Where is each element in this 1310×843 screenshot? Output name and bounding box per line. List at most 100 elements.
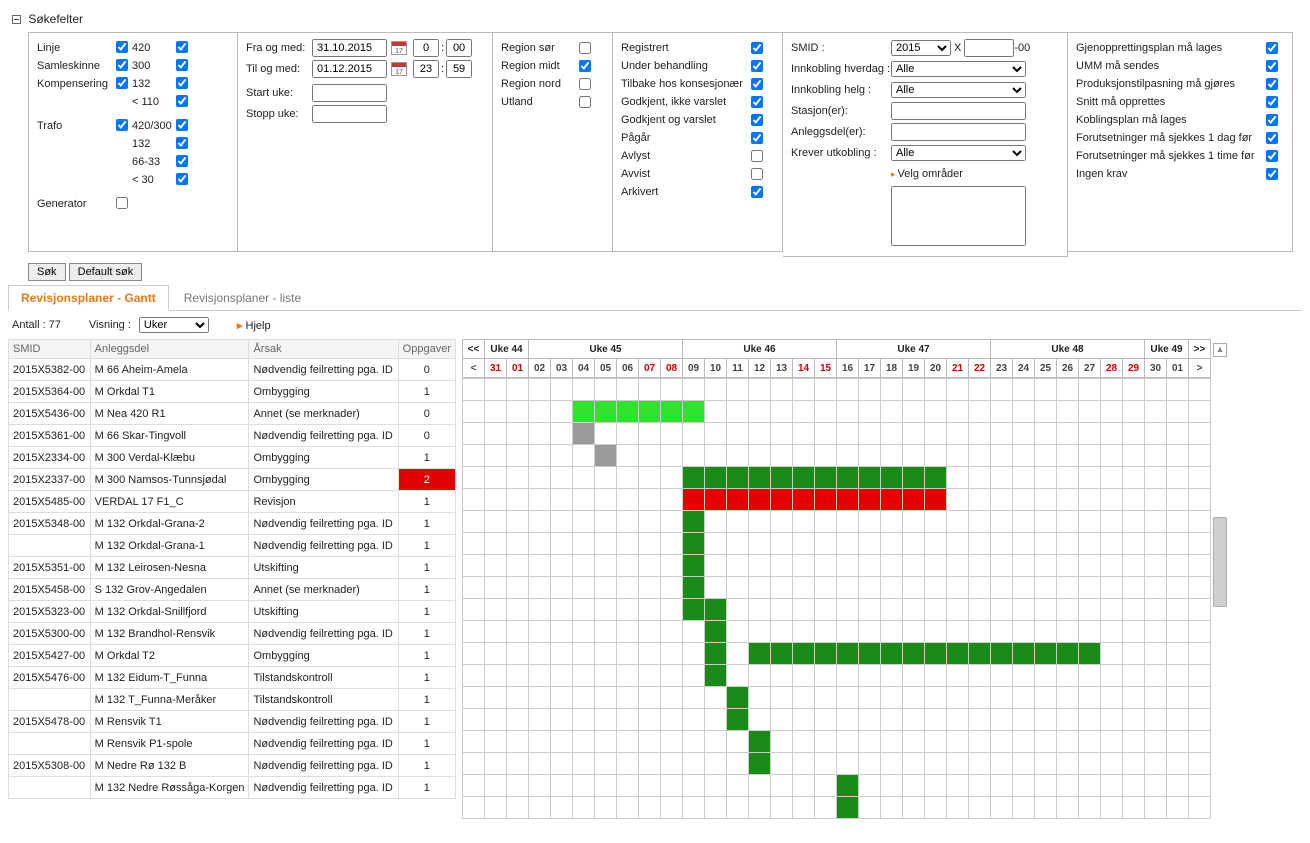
- table-row[interactable]: 2015X2337-00M 300 Namsos-TunnsjødalOmbyg…: [9, 469, 456, 491]
- gantt-cell: [1013, 665, 1035, 687]
- gantt-cell: [837, 643, 859, 665]
- calendar-icon[interactable]: [391, 62, 407, 76]
- smid-num-input[interactable]: [964, 39, 1014, 57]
- table-row[interactable]: 2015X5478-00M Rensvik T1Nødvendig feilre…: [9, 711, 456, 733]
- kompensering-checkbox[interactable]: [116, 77, 128, 89]
- region-utland-checkbox[interactable]: [579, 96, 591, 108]
- sok-button[interactable]: Søk: [28, 263, 66, 281]
- anleggsdeler-input[interactable]: [891, 123, 1026, 141]
- gantt-cell: [749, 577, 771, 599]
- table-row[interactable]: 2015X5458-00S 132 Grov-AngedalenAnnet (s…: [9, 579, 456, 601]
- stoppuke-input[interactable]: [312, 105, 387, 123]
- gantt-nav-prev[interactable]: <: [463, 359, 485, 378]
- status-godkjent-varslet-checkbox[interactable]: [751, 114, 763, 126]
- default-sok-button[interactable]: Default søk: [69, 263, 143, 281]
- krav-kobl-checkbox[interactable]: [1266, 114, 1278, 126]
- til-hour-input[interactable]: [413, 60, 439, 78]
- vertical-scrollbar[interactable]: ▲: [1213, 339, 1229, 607]
- trafo-checkbox[interactable]: [116, 119, 128, 131]
- region-nord-checkbox[interactable]: [579, 78, 591, 90]
- omrader-textarea[interactable]: [891, 186, 1026, 246]
- gantt-nav-next[interactable]: >: [1189, 359, 1211, 378]
- table-row[interactable]: 2015X5323-00M 132 Orkdal-SnillfjordUtski…: [9, 601, 456, 623]
- innk-helg-select[interactable]: Alle: [891, 82, 1026, 98]
- grid-header-oppgaver[interactable]: Oppgaver: [398, 340, 455, 359]
- t420-300-checkbox[interactable]: [176, 119, 188, 131]
- gantt-nav-last[interactable]: >>: [1189, 340, 1211, 359]
- tab-gantt[interactable]: Revisjonsplaner - Gantt: [8, 285, 169, 311]
- krever-select[interactable]: Alle: [891, 145, 1026, 161]
- scroll-up-icon[interactable]: ▲: [1213, 343, 1227, 357]
- gantt-cell: [551, 445, 573, 467]
- krav-for1t-checkbox[interactable]: [1266, 150, 1278, 162]
- til-min-input[interactable]: [446, 60, 472, 78]
- fra-min-input[interactable]: [446, 39, 472, 57]
- status-registrert-checkbox[interactable]: [751, 42, 763, 54]
- table-row[interactable]: 2015X2334-00M 300 Verdal-KlæbuOmbygging1: [9, 447, 456, 469]
- linje-checkbox[interactable]: [116, 41, 128, 53]
- til-date-input[interactable]: [312, 60, 387, 78]
- status-pagar-checkbox[interactable]: [751, 132, 763, 144]
- grid-header-anleggsdel[interactable]: Anleggsdel: [90, 340, 249, 359]
- table-row[interactable]: M Rensvik P1-spoleNødvendig feilretting …: [9, 733, 456, 755]
- grid-header-arsak[interactable]: Årsak: [249, 340, 398, 359]
- table-row[interactable]: 2015X5300-00M 132 Brandhol-RensvikNødven…: [9, 623, 456, 645]
- table-row[interactable]: 2015X5361-00M 66 Skar-TingvollNødvendig …: [9, 425, 456, 447]
- v132-checkbox[interactable]: [176, 77, 188, 89]
- table-row[interactable]: 2015X5485-00VERDAL 17 F1_CRevisjon1: [9, 491, 456, 513]
- t132-checkbox[interactable]: [176, 137, 188, 149]
- region-midt-checkbox[interactable]: [579, 60, 591, 72]
- table-row[interactable]: 2015X5364-00M Orkdal T1Ombygging1: [9, 381, 456, 403]
- startuke-input[interactable]: [312, 84, 387, 102]
- region-sor-checkbox[interactable]: [579, 42, 591, 54]
- smid-year-select[interactable]: 2015: [891, 40, 951, 56]
- visning-select[interactable]: Uker: [139, 317, 209, 333]
- table-row[interactable]: 2015X5308-00M Nedre Rø 132 BNødvendig fe…: [9, 755, 456, 777]
- samleskinne-checkbox[interactable]: [116, 59, 128, 71]
- fra-date-input[interactable]: [312, 39, 387, 57]
- generator-checkbox[interactable]: [116, 197, 128, 209]
- table-row[interactable]: M 132 T_Funna-MeråkerTilstandskontroll1: [9, 689, 456, 711]
- krav-umm-checkbox[interactable]: [1266, 60, 1278, 72]
- v420-checkbox[interactable]: [176, 41, 188, 53]
- collapse-icon[interactable]: [12, 15, 21, 24]
- status-avlyst-checkbox[interactable]: [751, 150, 763, 162]
- vlt110-label: < 110: [132, 96, 172, 108]
- table-row[interactable]: 2015X5436-00M Nea 420 R1Annet (se merkna…: [9, 403, 456, 425]
- vlt110-checkbox[interactable]: [176, 95, 188, 107]
- table-row[interactable]: 2015X5476-00M 132 Eidum-T_FunnaTilstands…: [9, 667, 456, 689]
- t66-33-checkbox[interactable]: [176, 155, 188, 167]
- krav-snitt-checkbox[interactable]: [1266, 96, 1278, 108]
- status-tilbake-checkbox[interactable]: [751, 78, 763, 90]
- innk-hverdag-select[interactable]: Alle: [891, 61, 1026, 77]
- scroll-thumb[interactable]: [1213, 517, 1227, 607]
- table-row[interactable]: 2015X5348-00M 132 Orkdal-Grana-2Nødvendi…: [9, 513, 456, 535]
- table-row[interactable]: 2015X5427-00M Orkdal T2Ombygging1: [9, 645, 456, 667]
- gantt-cell: [991, 401, 1013, 423]
- krav-for1d-checkbox[interactable]: [1266, 132, 1278, 144]
- status-arkivert-checkbox[interactable]: [751, 186, 763, 198]
- t420-300-label: 420/300: [132, 120, 172, 132]
- hjelp-link[interactable]: Hjelp: [246, 320, 271, 332]
- gantt-cell: [1057, 621, 1079, 643]
- table-row[interactable]: M 132 Orkdal-Grana-1Nødvendig feilrettin…: [9, 535, 456, 557]
- gantt-nav-first[interactable]: <<: [463, 340, 485, 359]
- table-row[interactable]: M 132 Nedre Røssåga-KorgenNødvendig feil…: [9, 777, 456, 799]
- status-godkjent-ikke-checkbox[interactable]: [751, 96, 763, 108]
- status-avvist-checkbox[interactable]: [751, 168, 763, 180]
- v300-checkbox[interactable]: [176, 59, 188, 71]
- tab-liste[interactable]: Revisjonsplaner - liste: [172, 286, 313, 310]
- stasjoner-input[interactable]: [891, 102, 1026, 120]
- krav-prod-checkbox[interactable]: [1266, 78, 1278, 90]
- grid-header-smid[interactable]: SMID: [9, 340, 91, 359]
- calendar-icon[interactable]: [391, 41, 407, 55]
- gantt-cell: [573, 445, 595, 467]
- status-under-checkbox[interactable]: [751, 60, 763, 72]
- velg-omrader-link[interactable]: Velg områder: [898, 168, 963, 180]
- fra-hour-input[interactable]: [413, 39, 439, 57]
- krav-gjen-checkbox[interactable]: [1266, 42, 1278, 54]
- table-row[interactable]: 2015X5382-00M 66 Aheim-AmelaNødvendig fe…: [9, 359, 456, 381]
- krav-ingen-checkbox[interactable]: [1266, 168, 1278, 180]
- table-row[interactable]: 2015X5351-00M 132 Leirosen-NesnaUtskifti…: [9, 557, 456, 579]
- tlt30-checkbox[interactable]: [176, 173, 188, 185]
